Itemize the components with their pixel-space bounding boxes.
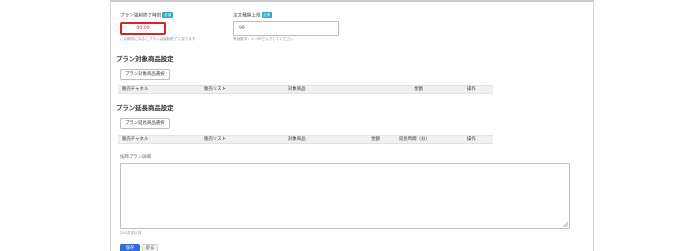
target-section-title: プラン対象商品設定 <box>116 55 174 63</box>
order-limit-label: 注文種類上限 必須 <box>233 12 272 19</box>
column-header: 金額 <box>414 87 423 92</box>
column-header: 販売リスト <box>204 87 226 92</box>
column-header: 販売リスト <box>204 137 226 142</box>
column-header: 金額 <box>371 137 380 142</box>
column-header: 操作 <box>467 137 476 142</box>
column-header: 延長時間（分） <box>399 137 430 142</box>
end-time-input[interactable]: 00:00 <box>120 22 166 35</box>
required-badge: 必須 <box>261 12 272 18</box>
char-limit-hint: 250文字以内 <box>120 231 142 235</box>
required-badge: 必須 <box>162 12 173 18</box>
extension-section-title: プラン延長商品設定 <box>116 104 174 112</box>
resize-grip-icon[interactable] <box>563 222 568 227</box>
order-limit-hint: 有効数字：1〜99で入力してください <box>233 37 294 41</box>
extension-products-table-header: 販売チャネル 販売リスト 対象商品 金額 延長時間（分） 操作 <box>118 135 493 144</box>
column-header: 操作 <box>467 87 476 92</box>
back-button[interactable]: 戻る <box>142 244 158 251</box>
end-time-hint: この時刻になるとプランは強制終了になります <box>120 37 196 41</box>
select-target-products-button[interactable]: プラン対象商品選択 <box>120 69 170 80</box>
save-button[interactable]: 保存 <box>120 244 140 251</box>
target-products-table-header: 販売チャネル 販売リスト 対象商品 金額 操作 <box>118 85 493 94</box>
column-header: 対象商品 <box>288 87 306 92</box>
column-header: 対象商品 <box>288 137 306 142</box>
end-time-label-text: プラン強制終了時刻 <box>120 13 162 19</box>
form-panel: プラン強制終了時刻 必須 00:00 この時刻になるとプランは強制終了になります … <box>110 0 594 251</box>
column-header: 販売チャネル <box>122 87 149 92</box>
column-header: 販売チャネル <box>122 137 149 142</box>
top-divider <box>111 0 593 2</box>
plan-detail-textarea[interactable] <box>120 163 570 229</box>
select-extension-products-button[interactable]: プラン延長商品選択 <box>120 118 170 129</box>
order-limit-label-text: 注文種類上限 <box>233 13 261 19</box>
order-limit-input[interactable]: 99 <box>233 21 339 36</box>
plan-detail-label: 技師プラン詳細 <box>120 155 151 160</box>
end-time-label: プラン強制終了時刻 必須 <box>120 12 173 19</box>
